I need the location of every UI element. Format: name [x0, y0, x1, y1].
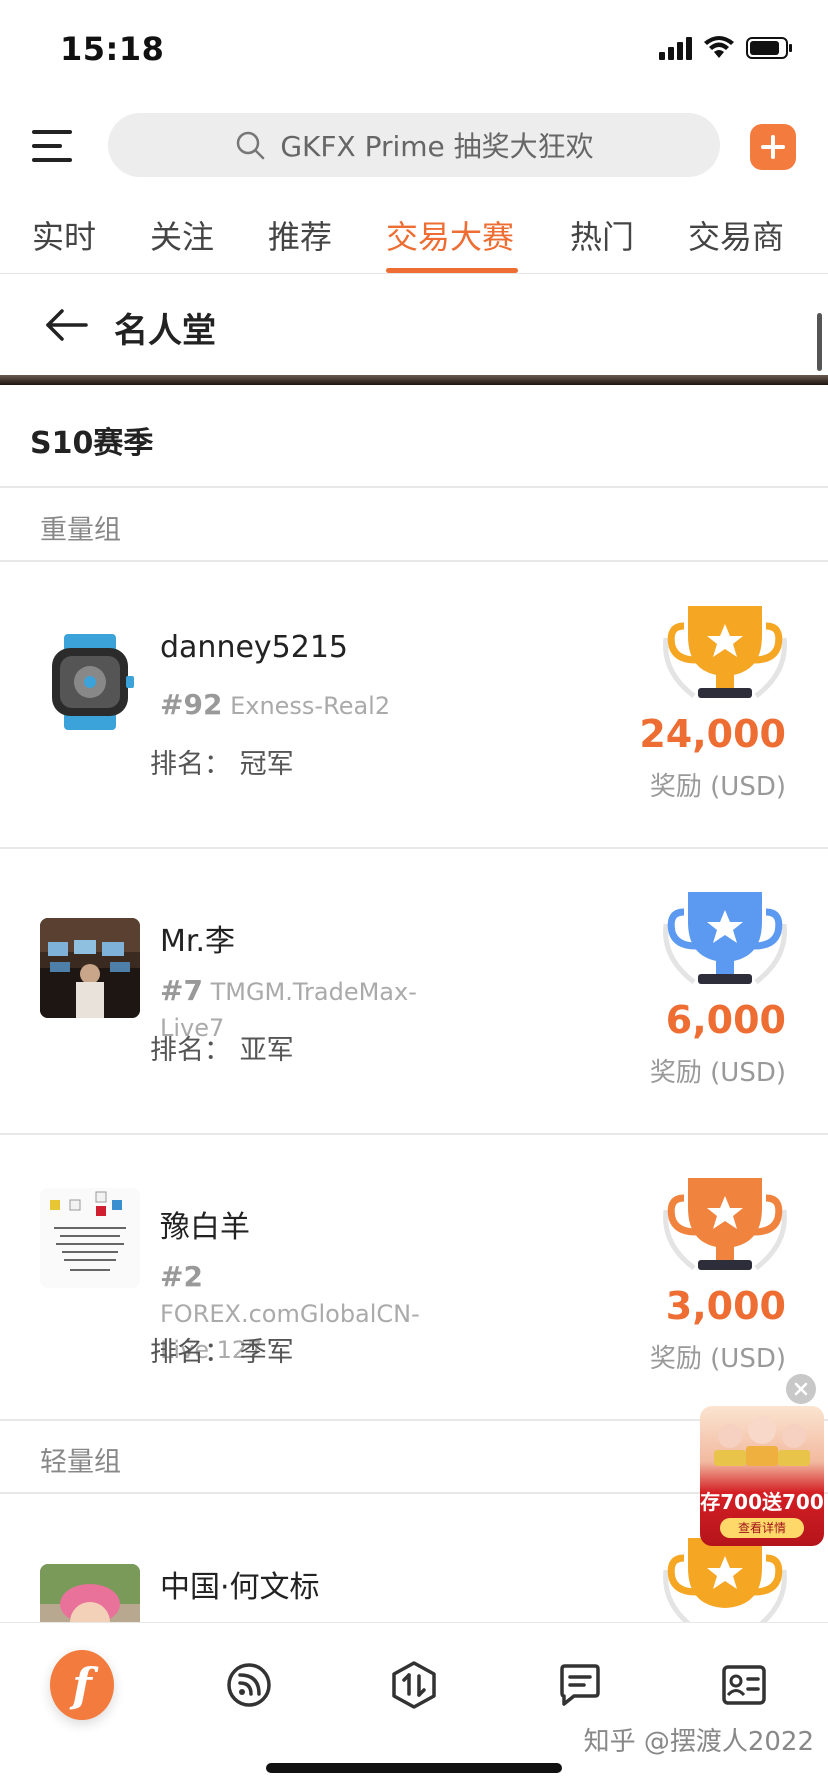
prize-amount: 6,000: [665, 998, 786, 1042]
avatar: [40, 1188, 140, 1288]
season-title: S10赛季: [30, 426, 154, 461]
app-header: GKFX Prime 抽奖大狂欢: [0, 100, 828, 195]
plus-icon: [761, 135, 785, 159]
watermark: 知乎 @摆渡人2022: [583, 1727, 814, 1757]
prize-amount: 24,000: [639, 712, 786, 756]
place-prefix: 排名：: [150, 749, 231, 780]
trader-name[interactable]: 豫白羊: [160, 1202, 250, 1246]
add-button[interactable]: [750, 124, 796, 170]
nav-home[interactable]: f: [50, 1650, 114, 1720]
place-row: 排名： 季军: [150, 1330, 294, 1369]
home-indicator: [266, 1763, 562, 1773]
bottom-nav: f 知乎 @摆渡人2022: [0, 1622, 828, 1792]
search-placeholder: GKFX Prime 抽奖大狂欢: [280, 130, 594, 163]
place-value: 冠军: [239, 749, 294, 780]
scroll-indicator: [817, 313, 822, 371]
list-item[interactable]: Mr.李 #7 TMGM.TradeMax-Live7 排名： 亚军 6,000…: [0, 848, 828, 1133]
place-row: 排名： 亚军: [150, 1028, 294, 1067]
promo-illustration: [714, 1416, 810, 1466]
place-row: 排名： 冠军: [150, 742, 294, 781]
nav-profile[interactable]: [712, 1653, 776, 1717]
page-title: 名人堂: [114, 311, 216, 351]
close-icon: [794, 1382, 808, 1396]
promo-banner[interactable]: 存700送700 查看详情: [700, 1406, 824, 1546]
trader-name[interactable]: danney5215: [160, 630, 348, 665]
prize-label: 奖励 (USD): [649, 1058, 786, 1088]
nav-feed[interactable]: [217, 1653, 281, 1717]
ad-close-button[interactable]: [786, 1374, 816, 1404]
status-icons: [659, 36, 794, 60]
tab-popular[interactable]: 热门: [570, 212, 634, 258]
place-prefix: 排名：: [150, 1337, 231, 1368]
trader-account: Exness-Real2: [230, 692, 391, 720]
feed-icon: [227, 1663, 271, 1707]
gold-trophy-icon: [663, 1538, 787, 1622]
search-input[interactable]: GKFX Prime 抽奖大狂欢: [108, 113, 720, 177]
blue-trophy-icon: [663, 892, 787, 984]
signal-icon: [659, 36, 692, 60]
trader-number: #2: [160, 1260, 203, 1293]
tab-realtime[interactable]: 实时: [32, 212, 96, 258]
battery-icon: [746, 36, 794, 60]
promo-details-button[interactable]: 查看详情: [720, 1518, 804, 1538]
menu-button[interactable]: [32, 126, 76, 166]
app-logo-icon: f: [50, 1650, 114, 1720]
promo-text: 存700送700: [700, 1490, 824, 1514]
prize-amount: 3,000: [665, 1284, 786, 1328]
search-icon: [237, 131, 265, 160]
list-item[interactable]: 豫白羊 #2 FOREX.comGlobalCN-Live 127 排名： 季军…: [0, 1134, 828, 1419]
trade-icon: [392, 1661, 436, 1709]
avatar: [40, 632, 140, 732]
avatar: [40, 918, 140, 1018]
active-tab-indicator: [386, 268, 518, 273]
divider: [0, 486, 828, 488]
profile-card-icon: [722, 1665, 766, 1705]
bronze-trophy-icon: [663, 1178, 787, 1270]
tab-bar: 实时 关注 推荐 交易大赛 热门 交易商: [0, 200, 828, 274]
status-time: 15:18: [60, 30, 165, 68]
prize-label: 奖励 (USD): [649, 772, 786, 802]
list-item[interactable]: danney5215 #92 Exness-Real2 排名： 冠军 24,00…: [0, 562, 828, 847]
trader-name[interactable]: 中国·何文标: [160, 1562, 320, 1606]
place-value: 亚军: [239, 1035, 294, 1066]
page-header: 名人堂: [0, 275, 828, 375]
trader-number: #7: [160, 974, 203, 1007]
back-button[interactable]: [44, 305, 90, 345]
status-bar: 15:18: [0, 0, 828, 100]
place-value: 季军: [239, 1337, 294, 1368]
avatar: [40, 1564, 140, 1622]
tab-brokers[interactable]: 交易商: [688, 212, 784, 258]
gold-trophy-icon: [663, 606, 787, 698]
group-label-heavy: 重量组: [40, 515, 121, 546]
tab-trading-contest[interactable]: 交易大赛: [386, 212, 514, 258]
header-banner-edge: [0, 375, 828, 385]
nav-trade[interactable]: [382, 1653, 446, 1717]
message-icon: [560, 1664, 600, 1706]
back-arrow-icon: [46, 309, 88, 341]
prize-label: 奖励 (USD): [649, 1344, 786, 1374]
group-label-light: 轻量组: [40, 1447, 121, 1478]
trader-rank-account: #92 Exness-Real2: [160, 687, 460, 724]
nav-messages[interactable]: [548, 1653, 612, 1717]
trader-name[interactable]: Mr.李: [160, 916, 235, 960]
trader-number: #92: [160, 688, 223, 721]
wifi-icon: [704, 36, 734, 60]
place-prefix: 排名：: [150, 1035, 231, 1066]
tab-following[interactable]: 关注: [150, 212, 214, 258]
tab-recommended[interactable]: 推荐: [268, 212, 332, 258]
